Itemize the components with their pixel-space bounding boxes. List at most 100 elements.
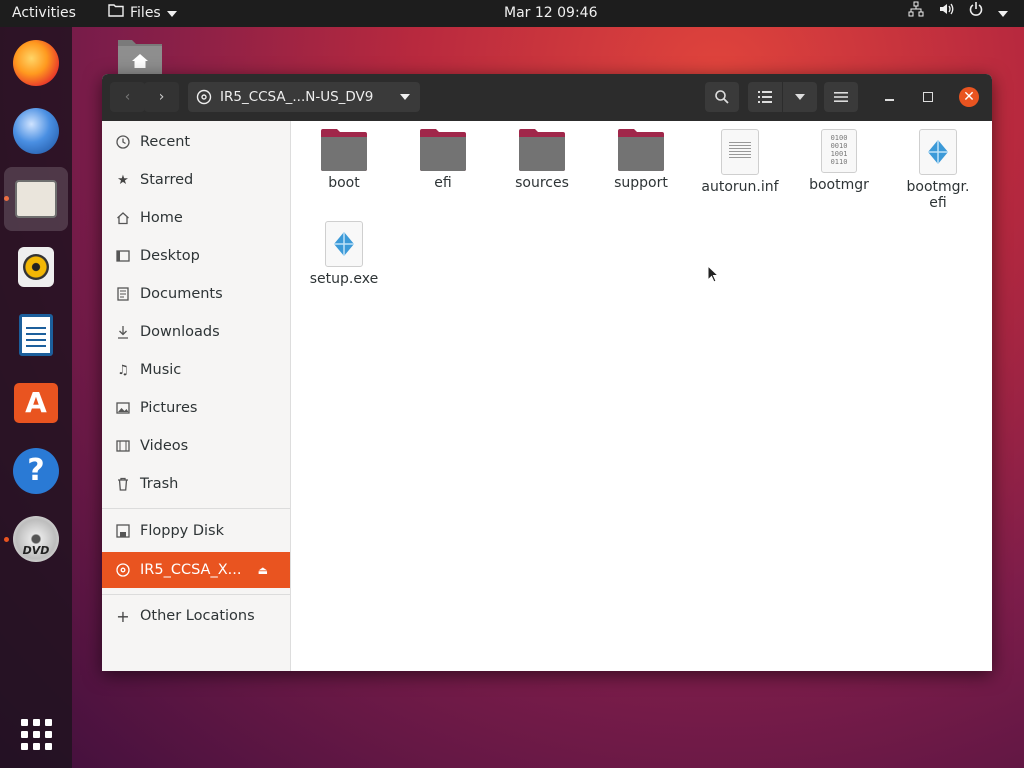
document-icon: [115, 286, 131, 302]
chevron-down-icon: [795, 94, 805, 100]
file-name: setup.exe: [309, 271, 379, 287]
chevron-left-icon: ‹: [124, 89, 131, 105]
software-center-icon: A: [14, 383, 58, 423]
chevron-down-icon: [400, 94, 410, 100]
sidebar-item-downloads[interactable]: Downloads: [102, 315, 290, 349]
sidebar-item-label: Starred: [140, 172, 194, 188]
clock-icon: [115, 134, 131, 150]
download-icon: [115, 324, 131, 340]
software-launcher[interactable]: A: [4, 371, 68, 435]
folder-icon: [519, 129, 565, 171]
libreoffice-writer-launcher[interactable]: [4, 303, 68, 367]
film-icon: [115, 438, 131, 454]
sidebar-item-label: Downloads: [140, 324, 220, 340]
view-options-button[interactable]: [782, 82, 817, 112]
file-name: support: [614, 175, 668, 191]
file-item-sources[interactable]: sources: [497, 129, 587, 191]
sidebar-item-label: Pictures: [140, 400, 198, 416]
sidebar-item-documents[interactable]: Documents: [102, 277, 290, 311]
main-menu-button[interactable]: [824, 82, 858, 112]
picture-icon: [115, 400, 131, 416]
sidebar-item-starred[interactable]: ★ Starred: [102, 163, 290, 197]
app-grid-icon: [20, 718, 52, 750]
thunderbird-launcher[interactable]: [4, 99, 68, 163]
dvd-launcher[interactable]: DVD: [4, 507, 68, 571]
volume-icon: [938, 0, 954, 27]
floppy-icon: [115, 523, 131, 539]
hamburger-icon: [834, 91, 848, 103]
mouse-cursor-icon: [707, 264, 720, 287]
executable-icon: [919, 129, 957, 175]
star-icon: ★: [117, 172, 129, 188]
text-file-icon: [721, 129, 759, 175]
disc-icon: [115, 562, 131, 578]
search-button[interactable]: [705, 82, 739, 112]
executable-icon: [325, 221, 363, 267]
sidebar-separator: [102, 594, 290, 595]
sidebar-separator: [102, 508, 290, 509]
file-item-boot[interactable]: boot: [299, 129, 389, 191]
sidebar-item-ir5-disc[interactable]: IR5_CCSA_X... ⏏: [102, 552, 290, 588]
file-name: autorun.inf: [701, 179, 779, 195]
plus-icon: +: [116, 606, 130, 626]
sidebar-item-label: Home: [140, 210, 183, 226]
sidebar-item-label: Music: [140, 362, 182, 378]
file-name: sources: [515, 175, 569, 191]
sidebar: Recent ★ Starred Home Desktop Documents …: [102, 121, 291, 671]
home-icon: [115, 210, 131, 226]
file-item-autorun[interactable]: autorun.inf: [695, 129, 785, 195]
chevron-right-icon: ›: [158, 89, 165, 105]
show-applications-button[interactable]: [4, 702, 68, 766]
desktop-home-icon[interactable]: [116, 36, 164, 76]
clock[interactable]: Mar 12 09:46: [504, 0, 597, 27]
app-menu[interactable]: Files: [108, 0, 177, 27]
eject-icon[interactable]: ⏏: [258, 564, 268, 577]
path-bar[interactable]: IR5_CCSA_...N-US_DV9: [188, 82, 420, 112]
help-launcher[interactable]: ?: [4, 439, 68, 503]
back-button[interactable]: ‹: [110, 82, 145, 112]
rhythmbox-launcher[interactable]: [4, 235, 68, 299]
help-icon: ?: [13, 448, 59, 494]
maximize-icon: [923, 92, 933, 102]
sidebar-item-floppy-disk[interactable]: Floppy Disk: [102, 514, 290, 548]
view-list-button[interactable]: [748, 82, 782, 112]
sidebar-item-home[interactable]: Home: [102, 201, 290, 235]
sidebar-item-pictures[interactable]: Pictures: [102, 391, 290, 425]
app-menu-label: Files: [130, 5, 161, 21]
file-item-efi[interactable]: efi: [398, 129, 488, 191]
sidebar-item-music[interactable]: ♫ Music: [102, 353, 290, 387]
file-item-bootmgr[interactable]: 0100 0010 1001 0110 bootmgr: [794, 129, 884, 193]
sidebar-item-desktop[interactable]: Desktop: [102, 239, 290, 273]
sidebar-item-videos[interactable]: Videos: [102, 429, 290, 463]
file-item-support[interactable]: support: [596, 129, 686, 191]
top-bar: Activities Files Mar 12 09:46: [0, 0, 1024, 27]
trash-icon: [115, 476, 131, 492]
maximize-button[interactable]: [913, 82, 943, 112]
forward-button[interactable]: ›: [144, 82, 179, 112]
list-view-icon: [757, 90, 773, 104]
sidebar-item-label: Desktop: [140, 248, 200, 264]
activities-button[interactable]: Activities: [12, 0, 76, 27]
folder-icon: [420, 129, 466, 171]
minimize-button[interactable]: [874, 82, 904, 112]
system-tray[interactable]: [908, 0, 1008, 27]
sidebar-item-label: Documents: [140, 286, 223, 302]
dvd-icon: DVD: [13, 516, 59, 562]
file-view[interactable]: boot efi sources support autorun.inf 010…: [291, 121, 992, 671]
thunderbird-icon: [13, 108, 59, 154]
writer-icon: [19, 314, 53, 356]
sidebar-item-other-locations[interactable]: + Other Locations: [102, 599, 290, 633]
file-item-bootmgr-efi[interactable]: bootmgr. efi: [893, 129, 983, 211]
sidebar-item-recent[interactable]: Recent: [102, 125, 290, 159]
close-button[interactable]: ✕: [959, 87, 979, 107]
sidebar-item-label: Recent: [140, 134, 191, 150]
folder-icon: [108, 0, 124, 27]
header-bar: ‹ › IR5_CCSA_...N-US_DV9 ✕: [102, 74, 992, 121]
desktop-icon: [115, 248, 131, 264]
files-launcher[interactable]: [4, 167, 68, 231]
sidebar-item-trash[interactable]: Trash: [102, 467, 290, 501]
file-item-setup-exe[interactable]: setup.exe: [299, 221, 389, 287]
firefox-launcher[interactable]: [4, 31, 68, 95]
folder-icon: [321, 129, 367, 171]
files-icon: [15, 180, 57, 218]
